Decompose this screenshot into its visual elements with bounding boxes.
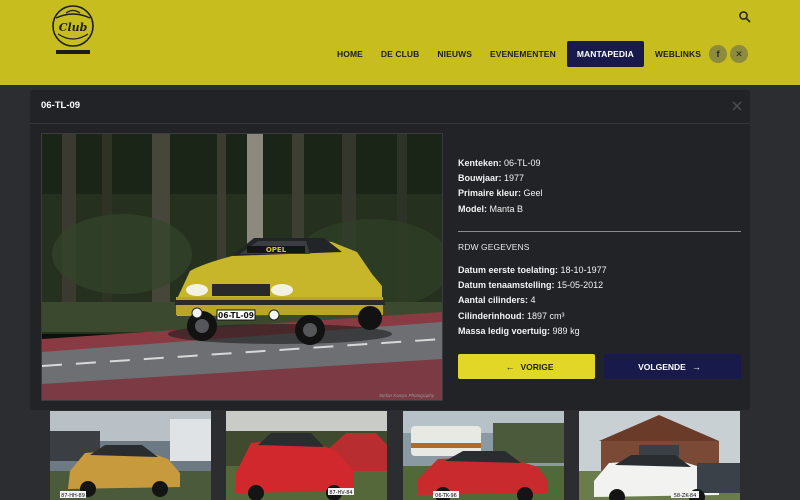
red-manta-caravan-photo: 06-TK-96: [403, 411, 564, 500]
x-twitter-icon: ✕: [735, 49, 743, 59]
modal-close-button[interactable]: [730, 99, 744, 113]
hood-text: OPEL: [266, 246, 287, 254]
gallery-thumbnail[interactable]: 06-TK-96: [403, 411, 564, 500]
gallery-thumbnail[interactable]: 87-HV-84: [226, 411, 387, 500]
thumbnail-plate: 87-HV-84: [329, 490, 352, 496]
manta-club-logo-icon: Club: [52, 5, 94, 54]
detail-row: Kenteken: 06-TL-09: [458, 156, 743, 171]
detail-value: 1977: [504, 173, 525, 184]
thumbnail-plate: 87-HH-89: [61, 493, 85, 499]
rdw-heading: RDW GEGEVENS: [458, 242, 530, 252]
facebook-icon: f: [716, 49, 720, 59]
arrow-left-icon: ←: [505, 361, 515, 372]
thumbnail-plate: 58-ZK-84: [674, 493, 697, 499]
nav-mantapedia[interactable]: MANTAPEDIA: [566, 41, 644, 67]
detail-label: Model:: [458, 203, 487, 214]
rdw-value: 18-10-1977: [560, 265, 607, 275]
svg-text:Club: Club: [59, 21, 88, 34]
white-manta-photo: 58-ZK-84: [579, 411, 740, 500]
detail-value: 06-TL-09: [504, 158, 541, 168]
nav-nieuws[interactable]: NIEUWS: [430, 41, 479, 67]
search-icon: [739, 11, 751, 23]
rdw-label: Aantal cilinders:: [458, 295, 529, 306]
nav-de-club[interactable]: DE CLUB: [374, 41, 426, 67]
rdw-value: 15-05-2012: [557, 280, 604, 291]
rdw-value: 1897 cm³: [527, 310, 565, 321]
next-label: VOLGENDE: [638, 361, 686, 372]
rdw-label: Datum tenaamstelling:: [458, 280, 555, 291]
gold-manta-photo: 87-HH-89: [50, 411, 211, 500]
rdw-row: Datum tenaamstelling: 15-05-2012: [458, 278, 743, 293]
rdw-value: 4: [530, 295, 536, 306]
rdw-label: Massa ledig voertuig:: [458, 325, 551, 336]
site-header: Club HOME DE CLUB NIEUWS EVENEMENTEN MAN…: [0, 0, 800, 85]
previous-button[interactable]: ← VORIGE: [458, 354, 595, 379]
rdw-details: Datum eerste toelating: 18-10-1977 Datum…: [458, 263, 743, 339]
red-manta-photo: 87-HV-84: [226, 411, 387, 500]
detail-row: Primaire kleur: Geel: [458, 186, 743, 201]
vehicle-details: Kenteken: 06-TL-09 Bouwjaar: 1977 Primai…: [458, 156, 743, 217]
gallery-thumbnail[interactable]: 87-HH-89: [50, 411, 211, 500]
arrow-right-icon: →: [691, 361, 701, 372]
rdw-label: Datum eerste toelating:: [458, 265, 559, 275]
rdw-row: Massa ledig voertuig: 989 kg: [458, 324, 743, 339]
modal-title: 06-TL-09: [41, 100, 81, 111]
search-button[interactable]: [738, 10, 752, 24]
next-button[interactable]: VOLGENDE →: [604, 354, 741, 379]
car-photo: 06-TL-09 OPEL Stefan Kamps Photography: [41, 133, 443, 401]
photo-credit: Stefan Kamps Photography: [378, 393, 434, 398]
detail-label: Primaire kleur:: [458, 188, 522, 199]
detail-row: Model: Manta B: [458, 202, 743, 217]
nav-home[interactable]: HOME: [330, 41, 370, 67]
gallery-thumbnail[interactable]: 58-ZK-84: [579, 411, 740, 500]
rdw-value: 989 kg: [552, 325, 580, 336]
detail-row: Bouwjaar: 1977: [458, 171, 743, 186]
details-divider: [458, 231, 741, 232]
detail-value: Manta B: [489, 203, 524, 214]
nav-weblinks[interactable]: WEBLINKS: [648, 41, 708, 67]
rdw-label: Cilinderinhoud:: [458, 310, 525, 321]
facebook-link[interactable]: f: [709, 45, 727, 63]
rdw-row: Aantal cilinders: 4: [458, 293, 743, 308]
license-plate: 06-TL-09: [218, 311, 254, 320]
detail-value: Geel: [523, 188, 543, 199]
close-icon: [732, 101, 742, 111]
yellow-opel-manta-photo: 06-TL-09 OPEL: [42, 134, 442, 400]
rdw-row: Cilinderinhoud: 1897 cm³: [458, 309, 743, 324]
main-nav: HOME DE CLUB NIEUWS EVENEMENTEN MANTAPED…: [330, 41, 712, 67]
modal-header-divider: [30, 123, 750, 124]
x-twitter-link[interactable]: ✕: [730, 45, 748, 63]
detail-label: Bouwjaar:: [458, 173, 502, 184]
detail-label: Kenteken:: [458, 158, 502, 168]
car-detail-modal: 06-TL-09 06-TL-09 OPEL Stefan Kamps Phot…: [30, 90, 750, 410]
nav-evenementen[interactable]: EVENEMENTEN: [483, 41, 563, 67]
previous-label: VORIGE: [520, 361, 554, 372]
thumbnail-plate: 06-TK-96: [435, 493, 457, 499]
rdw-row: Datum eerste toelating: 18-10-1977: [458, 263, 743, 278]
club-logo[interactable]: Club: [44, 4, 102, 58]
